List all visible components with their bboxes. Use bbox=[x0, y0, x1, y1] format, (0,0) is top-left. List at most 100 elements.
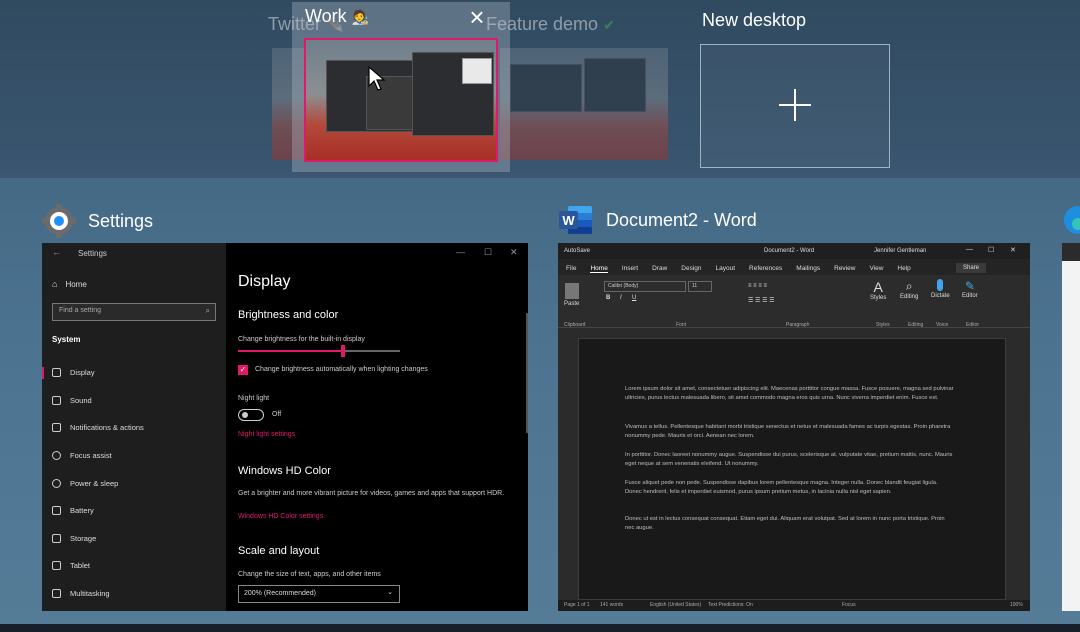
italic-button[interactable]: I bbox=[620, 295, 622, 301]
desktop-work-label[interactable]: Work 🧑‍🎨 bbox=[305, 6, 369, 27]
tab-draw[interactable]: Draw bbox=[652, 265, 667, 273]
hd-color-description: Get a brighter and more vibrant picture … bbox=[238, 490, 505, 497]
brightness-slider[interactable] bbox=[238, 345, 400, 357]
mini-window bbox=[584, 58, 646, 112]
paragraph-controls[interactable]: ≡ ≡ ≡ ≡ bbox=[748, 283, 767, 289]
close-icon[interactable]: ✕ bbox=[1010, 246, 1016, 254]
tab-help[interactable]: Help bbox=[897, 265, 910, 273]
brightness-slider-fill bbox=[238, 350, 344, 352]
storage-icon bbox=[52, 533, 61, 543]
artist-emoji-icon: 🧑‍🎨 bbox=[351, 9, 370, 25]
settings-section-title: System bbox=[52, 335, 81, 344]
body-paragraph: Lorem ipsum dolor sit amet, consectetuer… bbox=[625, 386, 954, 401]
document-canvas: Lorem ipsum dolor sit amet, consectetuer… bbox=[558, 328, 1030, 600]
bold-button[interactable]: B bbox=[606, 295, 610, 301]
editing-button[interactable]: ⌕ Editing bbox=[900, 279, 918, 300]
word-count[interactable]: 141 words bbox=[600, 602, 623, 608]
tab-insert[interactable]: Insert bbox=[622, 265, 638, 273]
desktop-feature-demo-thumbnail[interactable] bbox=[500, 48, 668, 160]
nav-notifications[interactable]: Notifications & actions bbox=[42, 414, 226, 442]
styles-button[interactable]: A Styles bbox=[870, 279, 886, 301]
night-light-state: Off bbox=[272, 411, 282, 418]
power-icon bbox=[52, 478, 61, 488]
text-predictions[interactable]: Text Predictions: On bbox=[708, 602, 753, 608]
word-titlebar: AutoSave Document2 - Word Jennifer Gentl… bbox=[558, 243, 1030, 259]
autosave-label[interactable]: AutoSave bbox=[564, 248, 590, 254]
clipboard-icon bbox=[564, 283, 579, 299]
styles-icon: A bbox=[873, 279, 883, 295]
night-light-settings-link[interactable]: Night light settings bbox=[238, 431, 295, 438]
underline-button[interactable]: U bbox=[632, 295, 636, 301]
minimize-icon[interactable]: — bbox=[966, 246, 973, 253]
hd-color-heading: Windows HD Color bbox=[238, 465, 331, 477]
nav-focus-assist[interactable]: Focus assist bbox=[42, 442, 226, 470]
user-name[interactable]: Jennifer Gentleman bbox=[874, 248, 926, 254]
status-bar: Page 1 of 1 141 words English (United St… bbox=[558, 600, 1030, 611]
share-button[interactable]: Share bbox=[956, 263, 986, 273]
microphone-icon bbox=[937, 279, 944, 291]
brightness-slider-thumb[interactable] bbox=[341, 345, 346, 357]
edge-app-icon bbox=[1064, 206, 1080, 234]
mini-window bbox=[510, 64, 582, 112]
nav-sound[interactable]: Sound bbox=[42, 387, 226, 415]
tablet-icon bbox=[52, 561, 61, 571]
paste-button[interactable]: Paste bbox=[564, 283, 579, 307]
tab-design[interactable]: Design bbox=[681, 265, 701, 273]
night-light-toggle[interactable] bbox=[238, 409, 264, 421]
battery-icon bbox=[52, 506, 61, 516]
settings-content: Display Brightness and color Change brig… bbox=[238, 243, 528, 611]
close-desktop-icon[interactable]: × bbox=[464, 4, 490, 30]
scale-dropdown[interactable]: 200% (Recommended) ⌄ bbox=[238, 585, 400, 603]
tab-review[interactable]: Review bbox=[834, 265, 855, 273]
nav-storage[interactable]: Storage bbox=[42, 525, 226, 553]
brightness-label: Change brightness for the built-in displ… bbox=[238, 336, 365, 343]
auto-brightness-checkbox[interactable]: ✓ bbox=[238, 365, 248, 375]
dictate-button[interactable]: Dictate bbox=[931, 279, 950, 299]
maximize-icon[interactable]: ☐ bbox=[988, 246, 994, 254]
zoom-level[interactable]: 100% bbox=[1010, 602, 1023, 608]
settings-window-title-text: Settings bbox=[78, 249, 107, 258]
tab-references[interactable]: References bbox=[749, 265, 782, 273]
nav-tablet[interactable]: Tablet bbox=[42, 552, 226, 580]
settings-search-input[interactable]: Find a setting ⌕ bbox=[52, 303, 216, 321]
settings-window-title[interactable]: Settings bbox=[42, 204, 153, 238]
tab-home[interactable]: Home bbox=[590, 265, 608, 273]
mouse-cursor-icon bbox=[368, 66, 386, 91]
tab-mailings[interactable]: Mailings bbox=[796, 265, 820, 273]
editor-button[interactable]: ✎ Editor bbox=[962, 279, 978, 299]
nav-power-sleep[interactable]: Power & sleep bbox=[42, 469, 226, 497]
font-name-select[interactable]: Calibri (Body) bbox=[604, 281, 686, 292]
home-icon: ⌂ bbox=[52, 279, 58, 289]
nav-battery[interactable]: Battery bbox=[42, 497, 226, 525]
desktop-work-thumbnail[interactable] bbox=[304, 38, 498, 162]
tab-file[interactable]: File bbox=[566, 265, 576, 273]
new-desktop-button[interactable] bbox=[700, 44, 890, 168]
tab-layout[interactable]: Layout bbox=[716, 265, 736, 273]
chevron-down-icon: ⌄ bbox=[387, 589, 393, 596]
alignment-controls[interactable]: ☰ ☰ ☰ ☰ bbox=[748, 297, 775, 304]
mini-window bbox=[462, 58, 492, 84]
moon-icon bbox=[52, 451, 61, 461]
scrollbar[interactable] bbox=[526, 313, 528, 433]
search-icon: ⌕ bbox=[205, 306, 210, 315]
edge-window-thumbnail[interactable] bbox=[1062, 243, 1080, 611]
tab-view[interactable]: View bbox=[869, 265, 883, 273]
language[interactable]: English (United States) bbox=[650, 602, 701, 608]
back-arrow-icon[interactable]: ← bbox=[52, 247, 61, 257]
notification-icon bbox=[52, 423, 61, 433]
nav-display[interactable]: Display bbox=[42, 359, 226, 387]
page-title: Display bbox=[238, 273, 291, 290]
settings-home-link[interactable]: ⌂ Home bbox=[52, 279, 87, 289]
focus-mode[interactable]: Focus bbox=[842, 602, 856, 608]
page-count[interactable]: Page 1 of 1 bbox=[564, 602, 590, 608]
word-window-thumbnail[interactable]: AutoSave Document2 - Word Jennifer Gentl… bbox=[558, 243, 1030, 611]
word-window-title[interactable]: W Document2 - Word bbox=[558, 204, 757, 236]
font-size-select[interactable]: 11 bbox=[688, 281, 712, 292]
hd-color-settings-link[interactable]: Windows HD Color settings bbox=[238, 513, 323, 520]
night-light-label: Night light bbox=[238, 395, 270, 402]
document-page[interactable]: Lorem ipsum dolor sit amet, consectetuer… bbox=[578, 338, 1006, 600]
brightness-heading: Brightness and color bbox=[238, 309, 339, 321]
settings-window-thumbnail[interactable]: ← Settings ⌂ Home Find a setting ⌕ Syste… bbox=[42, 243, 528, 611]
new-desktop-label[interactable]: New desktop bbox=[702, 10, 806, 31]
nav-multitasking[interactable]: Multitasking bbox=[42, 580, 226, 608]
